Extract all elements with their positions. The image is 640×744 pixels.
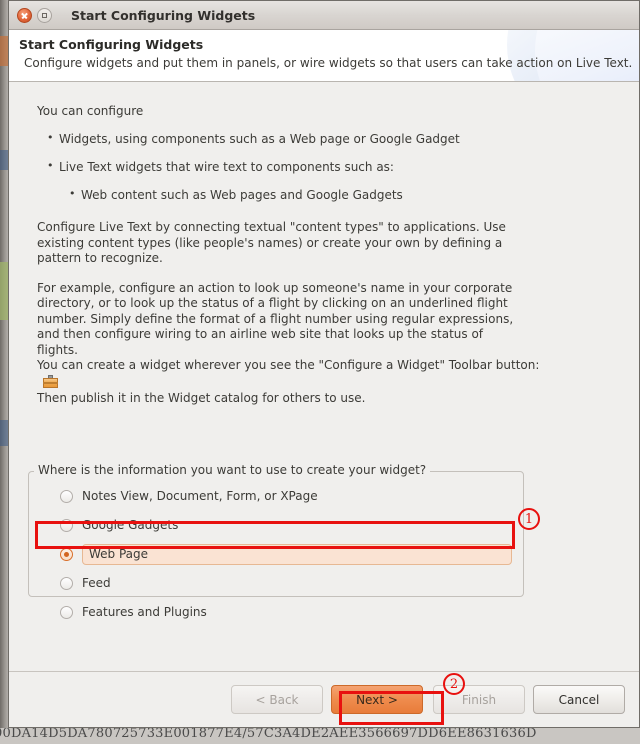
radio-label: Notes View, Document, Form, or XPage [82,489,318,503]
list-item: Live Text widgets that wire text to comp… [37,159,615,174]
group-legend: Where is the information you want to use… [34,463,431,477]
cancel-button[interactable]: Cancel [533,685,625,714]
widget-source-group: Where is the information you want to use… [28,463,524,619]
footer-hex-strip: 00DA14D5DA780725733E001877E4/57C3A4DE2AE… [0,728,640,744]
list-item: Web content such as Web pages and Google… [37,187,615,202]
title-bar: Start Configuring Widgets [9,1,639,30]
paragraph-live-text: Configure Live Text by connecting textua… [37,220,506,265]
radio-option-web-page[interactable]: Web Page [40,543,514,565]
list-item: Widgets, using components such as a Web … [37,131,615,146]
bullet-list: Widgets, using components such as a Web … [37,131,615,202]
radio-option-features-and-plugins[interactable]: Features and Plugins [40,601,514,623]
radio-label: Feed [82,576,111,590]
wizard-banner: Start Configuring Widgets Configure widg… [9,30,639,82]
button-bar: < Back Next > Finish Cancel [9,671,639,727]
maximize-icon[interactable] [37,7,52,23]
radio-option-notes-view[interactable]: Notes View, Document, Form, or XPage [40,485,514,507]
radio-label: Features and Plugins [82,605,207,619]
radio-icon[interactable] [60,489,73,503]
annotation-badge-2: 2 [443,673,465,695]
toolbox-icon [43,374,58,388]
lead-text: You can configure [37,104,144,118]
footer-hex-text: 00DA14D5DA780725733E001877E4/57C3A4DE2AE… [0,728,537,741]
paragraph-toolbar-hint-text: You can create a widget wherever you see… [37,358,540,372]
paragraph-publish: Then publish it in the Widget catalog fo… [37,391,366,405]
back-button[interactable]: < Back [231,685,323,714]
radio-icon[interactable] [60,605,73,619]
annotation-badge-1: 1 [518,508,540,530]
paragraph-toolbar-hint: You can create a widget wherever you see… [37,358,557,389]
paragraph-example: For example, configure an action to look… [37,280,514,357]
radio-label: Google Gadgets [82,518,179,532]
banner-subtitle: Configure widgets and put them in panels… [24,56,633,70]
window-title: Start Configuring Widgets [71,7,256,23]
radio-icon[interactable] [60,518,73,532]
close-icon[interactable] [17,7,32,23]
next-button[interactable]: Next > [331,685,423,714]
radio-label: Web Page [82,543,512,565]
radio-icon[interactable] [60,576,73,590]
banner-title: Start Configuring Widgets [19,37,204,52]
radio-group: Notes View, Document, Form, or XPage Goo… [40,485,514,630]
radio-option-google-gadgets[interactable]: Google Gadgets [40,514,514,536]
radio-option-feed[interactable]: Feed [40,572,514,594]
radio-icon-selected[interactable] [60,547,73,561]
